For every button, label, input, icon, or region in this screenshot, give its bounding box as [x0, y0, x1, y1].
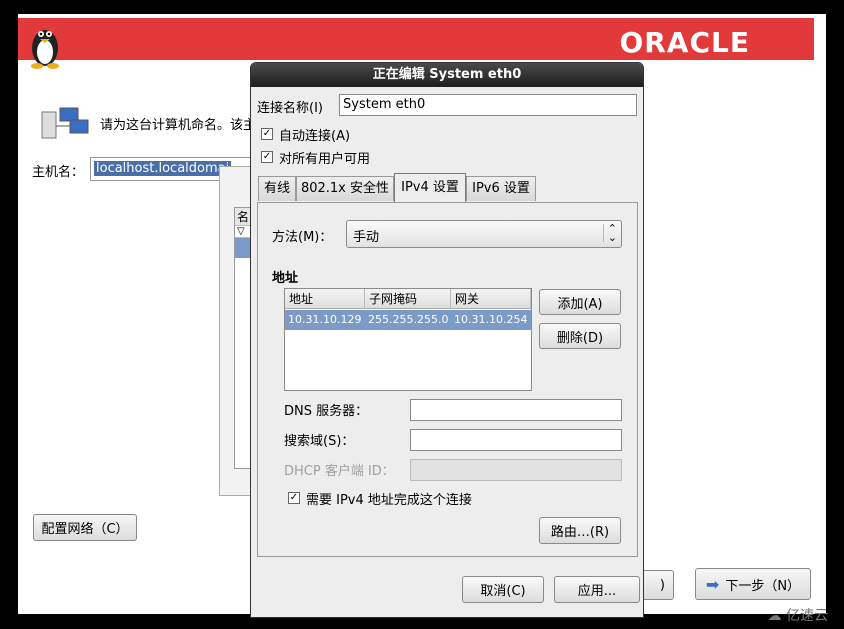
network-computers-icon — [41, 107, 89, 139]
require-ipv4-label: 需要 IPv4 地址完成这个连接 — [306, 493, 472, 508]
method-label: 方法(M)： — [272, 230, 333, 245]
column-header-gateway[interactable]: 网关 — [451, 289, 531, 309]
updown-icon: ⌃ ⌄ — [602, 223, 617, 243]
address-table[interactable]: 地址 子网掩码 网关 10.31.10.129 255.255.255.0 10… — [284, 288, 532, 391]
routes-button[interactable]: 路由…(R) — [539, 517, 621, 544]
watermark-text: 亿速云 — [786, 608, 828, 624]
right-arrow-icon: ➡ — [705, 574, 720, 594]
watermark: ☁ 亿速云 — [768, 605, 828, 625]
apply-button[interactable]: 应用... — [554, 576, 640, 603]
next-button[interactable]: ➡ 下一步（N） — [695, 568, 811, 600]
delete-address-button[interactable]: 删除(D) — [539, 323, 621, 349]
tab-wired[interactable]: 有线 — [258, 176, 296, 201]
hostname-label: 主机名： — [32, 165, 85, 180]
all-users-label: 对所有用户可用 — [279, 152, 371, 167]
dhcp-client-id-input[interactable] — [410, 459, 622, 481]
column-header-netmask[interactable]: 子网掩码 — [365, 289, 451, 309]
tab-ipv4-settings[interactable]: IPv4 设置 — [394, 173, 466, 202]
all-users-checkbox[interactable]: ✓ — [261, 151, 273, 163]
hostname-prompt: 请为这台计算机命名。该主 — [100, 118, 257, 133]
connection-name-input[interactable]: System eth0 — [339, 94, 637, 116]
connection-name-label: 连接名称(I) — [257, 101, 323, 116]
auto-connect-checkbox[interactable]: ✓ — [261, 128, 273, 140]
search-domains-label: 搜索域(S)： — [284, 434, 355, 449]
address-section-title: 地址 — [272, 271, 299, 286]
require-ipv4-checkbox[interactable]: ✓ — [288, 492, 300, 504]
oracle-banner: ORACLE — [18, 18, 814, 60]
dns-servers-input[interactable] — [410, 399, 622, 421]
cloud-icon: ☁ — [767, 608, 786, 624]
next-button-label: 下一步（N） — [725, 578, 801, 594]
address-cell: 10.31.10.129 — [288, 313, 362, 326]
configure-network-button[interactable]: 配置网络（C） — [33, 514, 137, 541]
column-header-address[interactable]: 地址 — [285, 289, 365, 309]
ipv4-settings-panel: 方法(M)： 手动 ⌃ ⌄ 地址 地址 子网掩码 网关 10.31.10.129 … — [257, 202, 638, 557]
edit-connection-dialog: 正在编辑 System eth0 连接名称(I) System eth0 ✓ 自… — [250, 62, 644, 618]
oracle-logo: ORACLE — [619, 26, 750, 59]
netmask-cell: 255.255.255.0 — [368, 313, 449, 326]
gateway-cell: 10.31.10.254 — [454, 313, 528, 326]
add-address-button[interactable]: 添加(A) — [539, 289, 621, 315]
method-select[interactable]: 手动 ⌃ ⌄ — [346, 220, 622, 248]
auto-connect-label: 自动连接(A) — [279, 129, 351, 144]
dns-servers-label: DNS 服务器： — [284, 404, 369, 419]
search-domains-input[interactable] — [410, 429, 622, 451]
dialog-title: 正在编辑 System eth0 — [251, 63, 643, 87]
tab-ipv6-settings[interactable]: IPv6 设置 — [466, 176, 536, 201]
cancel-button[interactable]: 取消(C) — [462, 576, 544, 603]
method-value: 手动 — [353, 230, 380, 245]
tab-8021x-security[interactable]: 802.1x 安全性 — [296, 176, 394, 201]
tux-logo-icon — [31, 30, 59, 69]
dhcp-client-id-label: DHCP 客户端 ID： — [284, 464, 395, 479]
